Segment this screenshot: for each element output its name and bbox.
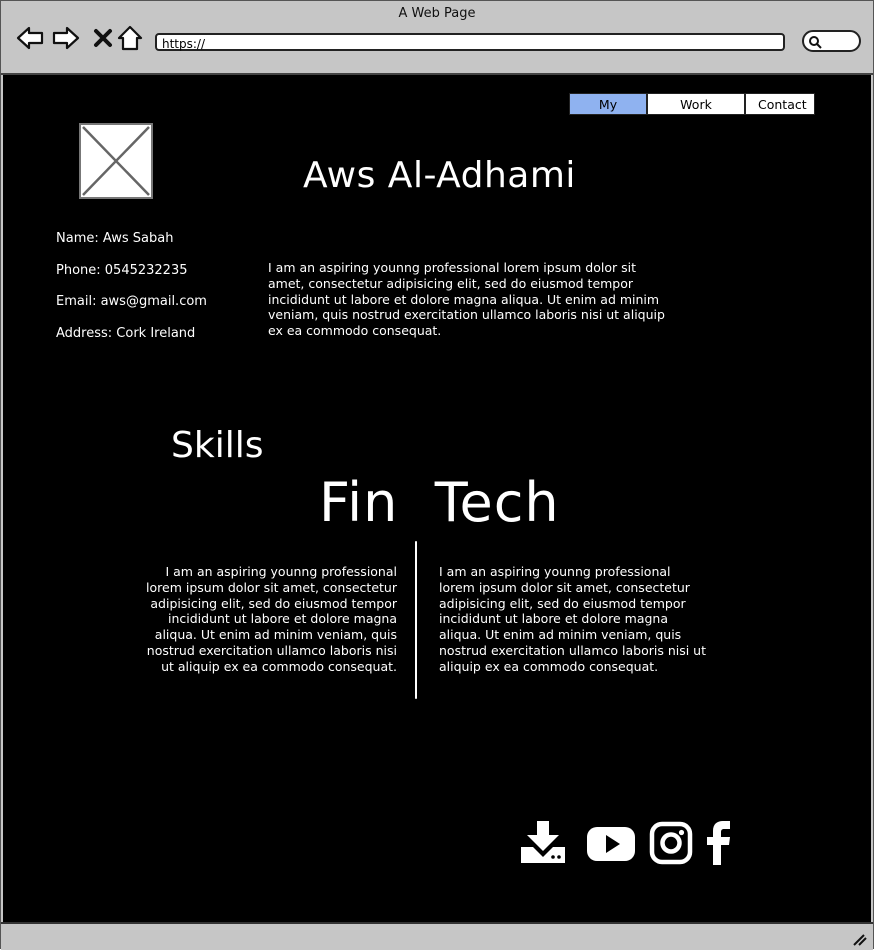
search-box[interactable] — [802, 30, 861, 52]
tab-my-story[interactable]: My Story — [569, 93, 647, 134]
skills-heading: Skills — [171, 425, 264, 466]
download-icon[interactable] — [519, 819, 567, 867]
tab-work-history[interactable]: Work history — [647, 93, 745, 134]
info-address: Address: Cork Ireland — [56, 325, 196, 341]
window-title: A Web Page — [398, 6, 476, 21]
info-phone: Phone: 0545232235 — [56, 262, 188, 278]
resize-handle-icon[interactable] — [851, 932, 867, 946]
skills-title: Fin Tech — [319, 471, 560, 534]
page-title: Aws Al-Adhami — [303, 155, 576, 196]
browser-chrome: A Web Page https:// — [1, 1, 873, 75]
skills-left-text: I am an aspiring younng professional lor… — [146, 564, 397, 674]
info-email: Email: aws@gmail.com — [56, 294, 207, 309]
facebook-icon[interactable] — [703, 819, 735, 867]
profile-photo-placeholder — [79, 123, 153, 199]
nav-tabs: My Story Work history Contact — [569, 93, 815, 134]
youtube-icon[interactable] — [585, 819, 637, 867]
skills-right-text: I am an aspiring younng professional lor… — [439, 564, 707, 674]
bio-text: I am an aspiring younng professional lor… — [268, 260, 665, 339]
home-icon[interactable] — [115, 23, 145, 53]
status-bar — [1, 922, 873, 950]
address-bar[interactable]: https:// — [155, 33, 785, 51]
browser-window: A Web Page https:// My Story Work histor… — [0, 0, 874, 950]
contact-info: Name: Aws Sabah Phone: 0545232235 Email:… — [56, 231, 207, 357]
search-icon — [809, 36, 822, 49]
info-name: Name: Aws Sabah — [56, 231, 174, 246]
page-content: My Story Work history Contact Aws Al-Adh… — [3, 75, 871, 922]
tab-contact[interactable]: Contact — [745, 93, 815, 115]
instagram-icon[interactable] — [649, 819, 693, 867]
back-icon[interactable] — [15, 23, 45, 53]
column-divider — [415, 541, 417, 699]
image-placeholder-icon — [82, 126, 150, 196]
forward-icon[interactable] — [51, 23, 81, 53]
